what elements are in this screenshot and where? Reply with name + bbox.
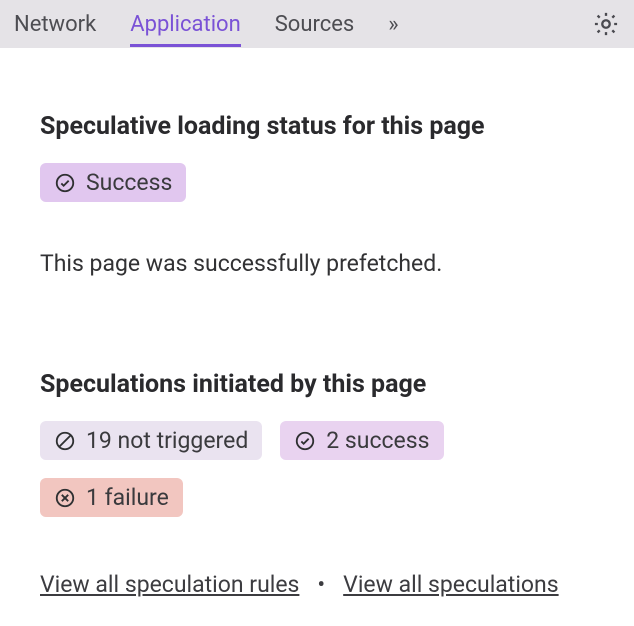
section-title-status: Speculative loading status for this page [40,112,594,141]
links-row: View all speculation rules • View all sp… [40,571,594,598]
tab-sources[interactable]: Sources [275,2,355,47]
check-circle-icon [54,172,76,194]
tabs-overflow-icon[interactable]: » [388,12,398,37]
chip-success-count: 2 success [280,421,443,460]
check-circle-icon [294,430,316,452]
tab-application[interactable]: Application [130,2,240,47]
chip-success-count-label: 2 success [326,427,429,454]
section-title-initiated: Speculations initiated by this page [40,370,594,399]
chip-failure: 1 failure [40,478,183,517]
block-circle-icon [54,430,76,452]
tab-network[interactable]: Network [14,2,96,47]
chip-not-triggered: 19 not triggered [40,421,262,460]
separator-dot: • [317,571,325,598]
chip-success: Success [40,163,186,202]
chip-not-triggered-label: 19 not triggered [86,427,248,454]
link-view-speculations[interactable]: View all speculations [343,571,558,598]
devtools-tabbar: Network Application Sources » [0,0,634,48]
status-body-text: This page was successfully prefetched. [40,248,594,280]
chip-success-label: Success [86,169,172,196]
gear-icon[interactable] [592,10,620,38]
chip-failure-label: 1 failure [86,484,169,511]
initiated-chip-row: 19 not triggered 2 success 1 failure [40,421,594,517]
x-circle-icon [54,487,76,509]
application-panel-content: Speculative loading status for this page… [0,48,634,626]
link-view-rules[interactable]: View all speculation rules [40,571,299,598]
status-chip-row: Success [40,163,594,202]
